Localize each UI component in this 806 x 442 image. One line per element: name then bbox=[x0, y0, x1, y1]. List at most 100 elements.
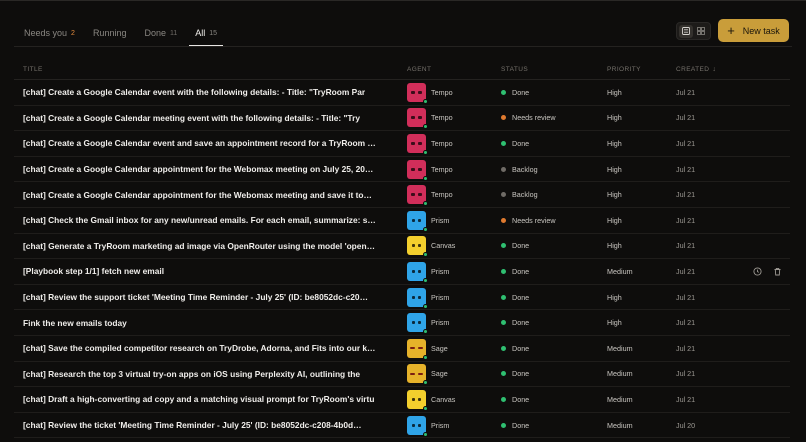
tab-count: 15 bbox=[209, 29, 218, 37]
column-header-priority[interactable]: PRIORITY bbox=[607, 66, 676, 73]
agent-cell: Canvas bbox=[407, 236, 501, 258]
column-header-status[interactable]: STATUS bbox=[501, 66, 607, 73]
status-dot-icon bbox=[501, 320, 506, 326]
table-row[interactable]: Fink the new emails today Prism Done High Ju… bbox=[14, 310, 790, 336]
tab-running[interactable]: Running bbox=[91, 22, 129, 44]
table-row[interactable]: [chat] Create a Google Calendar meeting … bbox=[14, 106, 790, 132]
priority-label: High bbox=[607, 164, 622, 174]
agent-avatar-prism bbox=[407, 210, 428, 232]
priority-label: High bbox=[607, 318, 622, 328]
agent-name: Canvas bbox=[431, 394, 456, 404]
online-badge bbox=[423, 405, 428, 411]
table-row[interactable]: [chat] Generate a TryRoom marketing ad i… bbox=[14, 234, 790, 260]
plus-icon: + bbox=[727, 23, 735, 38]
task-title[interactable]: [Playbook step 1/1] fetch new email bbox=[14, 266, 407, 276]
agent-cell: Tempo bbox=[407, 133, 501, 155]
online-badge bbox=[423, 431, 428, 437]
agent-name: Tempo bbox=[431, 138, 453, 148]
task-title[interactable]: [chat] Create a Google Calendar event wi… bbox=[14, 87, 407, 97]
status-cell: Done bbox=[501, 318, 607, 327]
table-header: TITLE AGENT STATUS PRIORITY CREATED ↓ bbox=[14, 60, 790, 80]
created-date: Jul 21 bbox=[676, 369, 696, 379]
agent-avatar-canvas bbox=[407, 236, 428, 258]
table-row[interactable]: [chat] Draft a high-converting ad copy a… bbox=[14, 387, 790, 413]
task-title[interactable]: [chat] Save the compiled competitor rese… bbox=[14, 343, 407, 353]
table-row[interactable]: [chat] Review the support ticket 'Meetin… bbox=[14, 285, 790, 311]
column-header-agent[interactable]: AGENT bbox=[407, 66, 501, 73]
status-dot-icon bbox=[501, 396, 506, 402]
table-row[interactable]: [chat] Create a Google Calendar event wi… bbox=[14, 80, 790, 106]
agent-avatar-prism bbox=[407, 261, 428, 283]
task-title[interactable]: [chat] Review the ticket 'Meeting Time R… bbox=[14, 420, 407, 430]
online-badge bbox=[423, 354, 428, 360]
table-row[interactable]: [chat] Create a Google Calendar appointm… bbox=[14, 157, 790, 183]
grid-view-button[interactable] bbox=[694, 25, 708, 38]
task-title[interactable]: [chat] Check the Gmail inbox for any new… bbox=[14, 215, 407, 225]
app-window: Needs you 2 Running Done 11 All 15 + New task … bbox=[0, 0, 806, 442]
agent-cell: Tempo bbox=[407, 82, 501, 104]
tab-label: Done bbox=[144, 28, 166, 38]
table-row[interactable]: [chat] Save the compiled competitor rese… bbox=[14, 336, 790, 362]
table-row[interactable]: [chat] Create a Google Calendar event an… bbox=[14, 131, 790, 157]
agent-avatar-prism bbox=[407, 287, 428, 309]
status-cell: Done bbox=[501, 344, 607, 353]
status-dot-icon bbox=[501, 140, 506, 146]
agent-avatar-tempo bbox=[407, 82, 428, 104]
table-row[interactable]: [chat] Research the top 3 virtual try-on… bbox=[14, 362, 790, 388]
status-dot-icon bbox=[501, 89, 506, 95]
column-header-title[interactable]: TITLE bbox=[14, 66, 407, 73]
priority-label: Medium bbox=[607, 343, 633, 353]
online-badge bbox=[423, 252, 428, 258]
agent-name: Prism bbox=[431, 266, 450, 276]
new-task-label: New task bbox=[742, 25, 780, 36]
status-label: Done bbox=[512, 87, 530, 97]
status-cell: Needs review bbox=[501, 216, 607, 225]
status-dot-icon bbox=[501, 294, 506, 300]
agent-cell: Tempo bbox=[407, 108, 501, 130]
agent-cell: Sage bbox=[407, 364, 501, 386]
trash-icon[interactable] bbox=[772, 266, 782, 276]
tab-all[interactable]: All 15 bbox=[189, 22, 223, 46]
priority-label: High bbox=[607, 292, 622, 302]
list-view-button[interactable] bbox=[679, 24, 694, 38]
task-title[interactable]: [chat] Create a Google Calendar appointm… bbox=[14, 164, 407, 174]
status-cell: Done bbox=[501, 267, 607, 276]
agent-avatar-tempo bbox=[407, 108, 428, 130]
task-title[interactable]: [chat] Draft a high-converting ad copy a… bbox=[14, 394, 407, 404]
agent-avatar-tempo bbox=[407, 133, 428, 155]
status-label: Needs review bbox=[512, 215, 556, 225]
priority-label: Medium bbox=[607, 369, 633, 379]
history-icon[interactable] bbox=[752, 266, 762, 276]
online-badge bbox=[423, 175, 428, 181]
table-row[interactable]: [Playbook step 1/1] fetch new email Prism… bbox=[14, 259, 790, 285]
task-title[interactable]: [chat] Create a Google Calendar appointm… bbox=[14, 190, 407, 200]
tab-done[interactable]: Done 11 bbox=[142, 22, 179, 44]
agent-name: Canvas bbox=[431, 241, 456, 251]
new-task-button[interactable]: + New task bbox=[718, 19, 789, 42]
status-cell: Done bbox=[501, 293, 607, 302]
priority-label: High bbox=[607, 190, 622, 200]
tab-label: Needs you bbox=[24, 28, 68, 38]
column-header-created[interactable]: CREATED ↓ bbox=[676, 66, 736, 73]
task-title[interactable]: [chat] Create a Google Calendar meeting … bbox=[14, 113, 407, 123]
tab-label: All bbox=[195, 28, 206, 38]
agent-name: Tempo bbox=[431, 190, 453, 200]
online-badge bbox=[423, 149, 428, 155]
table-row[interactable]: [chat] Create a Google Calendar appointm… bbox=[14, 182, 790, 208]
task-title[interactable]: [chat] Research the top 3 virtual try-on… bbox=[14, 369, 407, 379]
table-row[interactable]: [chat] Review the ticket 'Meeting Time R… bbox=[14, 413, 790, 439]
task-title[interactable]: [chat] Generate a TryRoom marketing ad i… bbox=[14, 241, 407, 251]
task-title[interactable]: Fink the new emails today bbox=[14, 318, 407, 328]
agent-avatar-prism bbox=[407, 313, 428, 335]
agent-cell: Prism bbox=[407, 261, 501, 283]
agent-name: Sage bbox=[431, 343, 448, 353]
agent-name: Prism bbox=[431, 292, 450, 302]
priority-label: High bbox=[607, 113, 622, 123]
status-label: Done bbox=[512, 343, 530, 353]
tasks-table: TITLE AGENT STATUS PRIORITY CREATED ↓ [c… bbox=[14, 60, 790, 439]
task-title[interactable]: [chat] Review the support ticket 'Meetin… bbox=[14, 292, 407, 302]
task-title[interactable]: [chat] Create a Google Calendar event an… bbox=[14, 138, 407, 148]
table-row[interactable]: [chat] Check the Gmail inbox for any new… bbox=[14, 208, 790, 234]
priority-label: High bbox=[607, 138, 622, 148]
tab-needs-you[interactable]: Needs you 2 bbox=[22, 22, 77, 44]
